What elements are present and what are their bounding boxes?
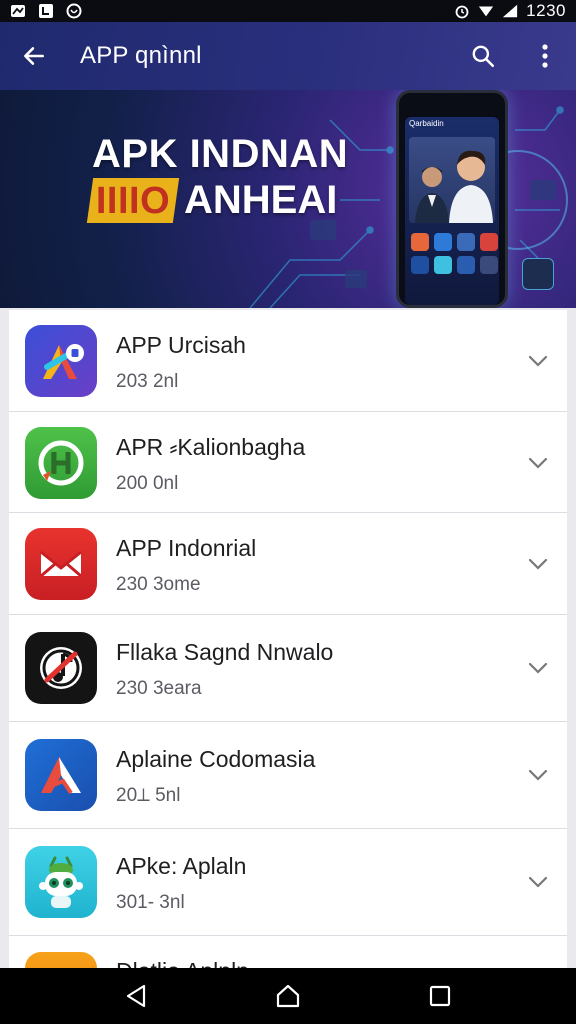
people-photo (409, 137, 495, 223)
app-icon-black-no-music (25, 632, 97, 704)
notification-icon (10, 3, 26, 19)
app-name: APP Indonrial (116, 535, 257, 561)
expand-button[interactable] (525, 655, 551, 681)
chevron-down-icon (528, 876, 548, 888)
app-meta: 200 0nl (116, 473, 179, 494)
banner-headline: APK INDNAN (92, 132, 349, 176)
nav-home-button[interactable] (258, 968, 318, 1024)
app-name: Fllaka Sagnd Nnwalo (116, 639, 334, 665)
app-meta: 230 3eara (116, 678, 202, 699)
app-bar: APP qnìnnl (0, 22, 576, 90)
list-item[interactable]: APke: Aplaln 301- 3nl (9, 829, 567, 936)
app-meta: 230 3ome (116, 574, 201, 595)
app-icon (38, 3, 54, 19)
list-item[interactable]: APP Indonrial 230 3ome (9, 513, 567, 615)
search-icon (472, 45, 495, 68)
system-nav-bar (0, 968, 576, 1024)
status-bar: 1230 (0, 0, 576, 22)
list-item[interactable]: APP Urcisah 203 2nl (9, 310, 567, 412)
promo-banner[interactable]: APK INDNAN IIIIO ANHEAI Qarbaidin (0, 90, 576, 308)
app-list: APP Urcisah 203 2nl APR ⸗Kalionbagha 200… (9, 310, 567, 968)
banner-tag-text: IIIIO (95, 180, 171, 222)
expand-button[interactable] (525, 348, 551, 374)
more-options-button[interactable] (514, 22, 576, 90)
app-meta: 203 2nl (116, 371, 179, 392)
search-button[interactable] (452, 22, 514, 90)
chevron-down-icon (528, 769, 548, 781)
clock: 1230 (526, 1, 566, 20)
app-icon-orange (25, 952, 97, 968)
alarm-icon (454, 3, 470, 19)
app-name: APke: Aplaln (116, 853, 247, 879)
app-icon-android-robot (25, 846, 97, 918)
phone-illustration: Qarbaidin (396, 90, 508, 308)
banner-tag: IIIIO (86, 178, 180, 223)
chevron-down-icon (528, 355, 548, 367)
expand-button[interactable] (525, 869, 551, 895)
list-item[interactable]: Dlatlia Aplnln (9, 936, 567, 968)
phone-header-text: Qarbaidin (409, 119, 444, 128)
list-item[interactable]: Aplaine Codomasia 20⟂ 5nl (9, 722, 567, 829)
expand-button[interactable] (525, 450, 551, 476)
nav-recents-icon (429, 985, 451, 1007)
nav-back-button[interactable] (106, 968, 166, 1024)
shield-icon (66, 3, 82, 19)
app-name: APP Urcisah (116, 332, 246, 358)
app-meta: 20⟂ 5nl (116, 785, 181, 806)
signal-icon (502, 3, 518, 19)
app-name: APR ⸗Kalionbagha (116, 434, 306, 460)
banner-subheadline: ANHEAI (184, 178, 338, 222)
app-name: Aplaine Codomasia (116, 746, 316, 772)
app-icon-blue-a (25, 739, 97, 811)
more-vert-icon (542, 44, 548, 68)
chat-widget-icon (522, 258, 554, 290)
wifi-icon (478, 3, 494, 19)
phone-app-grid (411, 233, 498, 274)
app-bar-title: APP qnìnnl (80, 42, 202, 69)
chevron-down-icon (528, 662, 548, 674)
app-icon-colorful-a (25, 325, 97, 397)
chevron-down-icon (528, 457, 548, 469)
nav-back-icon (126, 984, 146, 1008)
app-name: Dlatlia Aplnln (116, 958, 249, 968)
nav-home-icon (276, 984, 300, 1008)
expand-button[interactable] (525, 762, 551, 788)
chevron-down-icon (528, 558, 548, 570)
nav-recents-button[interactable] (410, 968, 470, 1024)
person-icon (449, 150, 493, 223)
back-button[interactable] (0, 22, 68, 90)
app-icon-red-mail (25, 528, 97, 600)
back-arrow-icon (24, 47, 44, 65)
expand-button[interactable] (525, 551, 551, 577)
list-item[interactable]: APR ⸗Kalionbagha 200 0nl (9, 412, 567, 513)
app-meta: 301- 3nl (116, 892, 185, 913)
person-icon (415, 167, 449, 223)
list-item[interactable]: Fllaka Sagnd Nnwalo 230 3eara (9, 615, 567, 722)
app-icon-green-h (25, 427, 97, 499)
